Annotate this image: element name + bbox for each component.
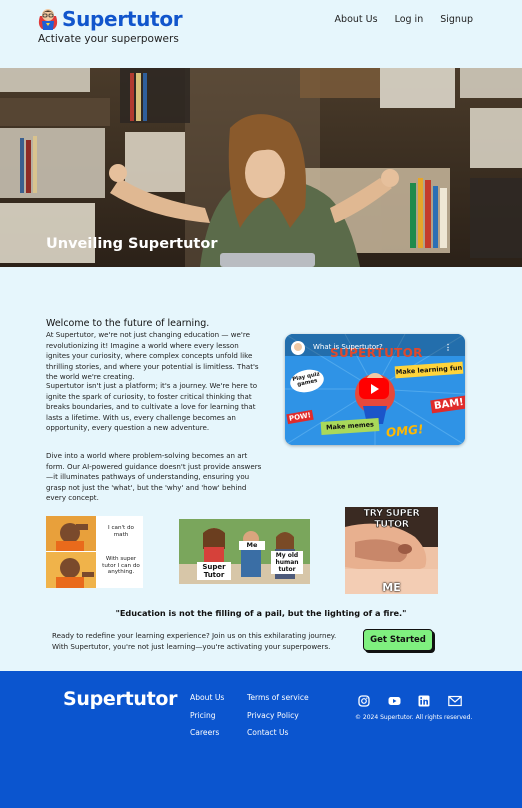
get-started-button[interactable]: Get Started [363, 629, 433, 651]
youtube-icon[interactable] [388, 694, 401, 706]
video-title[interactable]: What is Supertutor? [313, 343, 383, 351]
top-nav: About Us Log in Signup [318, 14, 473, 25]
intro-paragraph: Dive into a world where problem-solving … [46, 451, 262, 503]
nav-signup[interactable]: Signup [440, 14, 473, 25]
footer-link-about-us[interactable]: About Us [190, 693, 224, 711]
drake-meme: I can't do math With super tutor I can d… [46, 516, 143, 588]
footer-links-secondary: Terms of service Privacy Policy Contact … [247, 693, 309, 746]
cta-text: Ready to redefine your learning experien… [52, 631, 337, 651]
footer-link-pricing[interactable]: Pricing [190, 711, 224, 729]
drake-bottom-caption: With super tutor I can do anything. [102, 556, 140, 575]
linkedin-icon[interactable] [418, 694, 430, 707]
copyright: © 2024 Supertutor. All rights reserved. [355, 714, 473, 721]
footer-link-terms[interactable]: Terms of service [247, 693, 309, 711]
meme-label-old-tutor: My old human tutor [271, 551, 303, 574]
play-icon[interactable] [359, 378, 389, 399]
nav-log-in[interactable]: Log in [395, 14, 424, 25]
meme-label-me: Me [239, 541, 265, 550]
brand-tagline: Activate your superpowers [38, 33, 179, 45]
footer-links-primary: About Us Pricing Careers [190, 693, 224, 746]
brand-name: Supertutor [62, 7, 183, 31]
quote: "Education is not the filling of a pail,… [115, 608, 407, 618]
more-options-icon[interactable]: ⋮ [444, 343, 452, 352]
mascot-logo-icon [37, 7, 59, 31]
intro-heading: Welcome to the future of learning. [46, 318, 210, 329]
intro-paragraph: Supertutor isn't just a platform; it's a… [46, 381, 258, 433]
video-embed[interactable]: SUPERTUTOR What is Supertutor? ⋮ Play qu… [285, 334, 465, 445]
meme-label-super-tutor: Super Tutor [197, 562, 231, 580]
footer: Supertutor About Us Pricing Careers Term… [0, 671, 522, 808]
ear-meme-top-text: TRY SUPER TUTOR [363, 508, 420, 530]
logo[interactable]: Supertutor [37, 7, 183, 31]
social-links [358, 694, 480, 707]
nav-about-us[interactable]: About Us [335, 14, 378, 25]
distracted-boyfriend-meme: Super Tutor Me My old human tutor [179, 519, 310, 584]
footer-brand[interactable]: Supertutor [63, 688, 177, 710]
ear-meme: TRY SUPER TUTOR ME [345, 507, 438, 594]
drake-top-caption: I can't do math [108, 525, 134, 538]
email-icon[interactable] [448, 694, 462, 707]
footer-link-careers[interactable]: Careers [190, 728, 224, 746]
footer-link-privacy[interactable]: Privacy Policy [247, 711, 309, 729]
intro-paragraph: At Supertutor, we're not just changing e… [46, 330, 259, 382]
hero-title: Unveiling Supertutor [46, 236, 218, 252]
instagram-icon[interactable] [358, 694, 370, 707]
footer-link-contact[interactable]: Contact Us [247, 728, 309, 746]
ear-meme-bottom-text: ME [382, 581, 401, 594]
